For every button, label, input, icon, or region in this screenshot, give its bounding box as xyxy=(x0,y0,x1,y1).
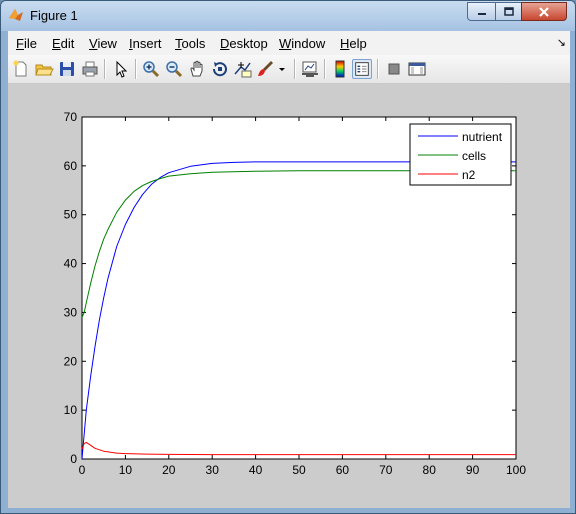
menu-bar: File Edit View Insert Tools Desktop Wind… xyxy=(8,31,570,55)
x-tick-label: 50 xyxy=(292,463,306,477)
zoom-in-icon[interactable] xyxy=(141,59,161,79)
brush-dropdown-icon[interactable] xyxy=(276,59,288,79)
x-tick-label: 40 xyxy=(249,463,263,477)
menu-insert[interactable]: Insert xyxy=(129,36,162,51)
open-file-icon[interactable] xyxy=(34,59,54,79)
figure-canvas-area: 0 10 20 30 40 50 60 70 80 90 100 0 10 20 30 40 50 60 70 nu… xyxy=(8,84,570,508)
maximize-button[interactable] xyxy=(495,2,522,21)
x-tick-label: 90 xyxy=(466,463,480,477)
x-tick-label: 30 xyxy=(206,463,220,477)
menu-edit[interactable]: Edit xyxy=(52,36,74,51)
title-bar[interactable]: Figure 1 xyxy=(1,1,575,31)
y-tick-label: 20 xyxy=(64,354,78,368)
menu-window[interactable]: Window xyxy=(279,36,325,51)
x-tick-label: 20 xyxy=(162,463,176,477)
figure-toolbar xyxy=(8,55,570,84)
figure-window: Figure 1 File Edit View Insert Tools Des… xyxy=(0,0,576,514)
x-tick-label: 60 xyxy=(336,463,350,477)
brush-icon[interactable] xyxy=(256,59,276,79)
y-tick-label: 60 xyxy=(64,159,78,173)
menu-desktop[interactable]: Desktop xyxy=(220,36,268,51)
y-tick-label: 0 xyxy=(70,452,77,466)
legend[interactable]: nutrient cells n2 xyxy=(409,123,512,186)
pan-hand-icon[interactable] xyxy=(187,59,207,79)
y-tick-label: 30 xyxy=(64,305,78,319)
figure-client: File Edit View Insert Tools Desktop Wind… xyxy=(8,31,570,508)
close-icon xyxy=(539,6,549,17)
x-tick-label: 10 xyxy=(119,463,133,477)
rotate-3d-icon[interactable] xyxy=(210,59,230,79)
legend-label-n2: n2 xyxy=(462,168,476,182)
maximize-icon xyxy=(503,7,514,16)
link-plot-icon[interactable] xyxy=(300,59,320,79)
plot-canvas[interactable]: 0 10 20 30 40 50 60 70 80 90 100 0 10 20 30 40 50 60 70 nu… xyxy=(8,84,570,508)
legend-label-cells: cells xyxy=(462,149,486,163)
legend-label-nutrient: nutrient xyxy=(462,130,503,144)
menu-help[interactable]: Help xyxy=(340,36,367,51)
hide-plot-tools-icon[interactable] xyxy=(384,59,404,79)
x-tick-label: 0 xyxy=(79,463,86,477)
print-icon[interactable] xyxy=(80,59,100,79)
y-tick-label: 40 xyxy=(64,257,78,271)
minimize-icon xyxy=(477,12,486,15)
data-cursor-icon[interactable] xyxy=(233,59,253,79)
insert-colorbar-icon[interactable] xyxy=(330,59,350,79)
x-tick-label: 80 xyxy=(423,463,437,477)
y-tick-label: 50 xyxy=(64,208,78,222)
insert-legend-icon[interactable] xyxy=(352,59,372,79)
edit-plot-arrow-icon[interactable] xyxy=(111,59,131,79)
x-tick-label: 100 xyxy=(506,463,526,477)
zoom-out-icon[interactable] xyxy=(164,59,184,79)
x-tick-label: 70 xyxy=(379,463,393,477)
matlab-logo-icon xyxy=(9,9,23,21)
minimize-button[interactable] xyxy=(467,2,496,21)
y-tick-label: 10 xyxy=(64,403,78,417)
new-figure-icon[interactable] xyxy=(11,59,31,79)
menu-file[interactable]: File xyxy=(16,36,37,51)
close-button[interactable] xyxy=(521,2,567,21)
dock-figure-icon[interactable]: ↘ xyxy=(557,36,566,49)
show-plot-tools-icon[interactable] xyxy=(407,59,427,79)
menu-view[interactable]: View xyxy=(89,36,117,51)
menu-tools[interactable]: Tools xyxy=(175,36,205,51)
y-tick-label: 70 xyxy=(64,110,78,124)
window-title: Figure 1 xyxy=(30,8,78,23)
save-icon[interactable] xyxy=(57,59,77,79)
